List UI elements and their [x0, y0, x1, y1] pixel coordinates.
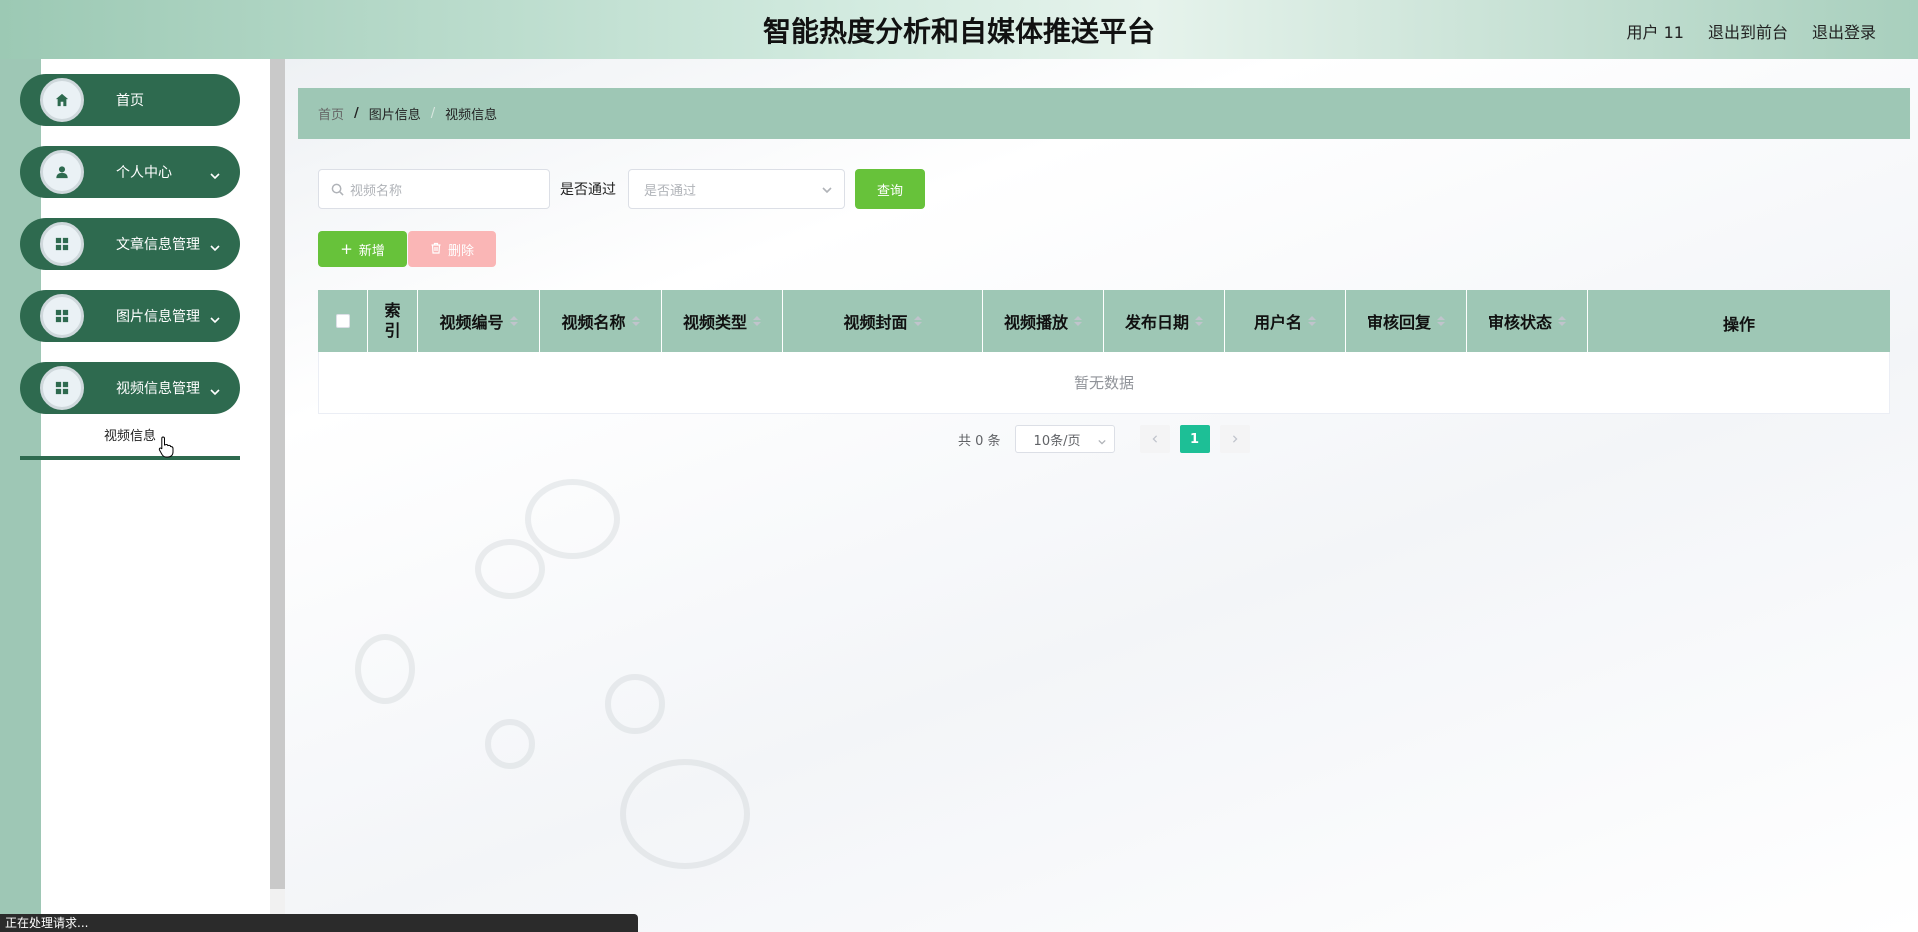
- column-label: 审核状态: [1487, 313, 1552, 332]
- trash-icon: [430, 240, 442, 258]
- column-header-video-play[interactable]: 视频播放: [983, 290, 1104, 352]
- browser-status-bar: 正在处理请求...: [0, 914, 638, 932]
- select-placeholder: 是否通过: [644, 183, 697, 199]
- current-user: 用户 11: [1626, 23, 1684, 42]
- sort-icon[interactable]: [913, 316, 922, 326]
- sort-icon[interactable]: [509, 316, 518, 326]
- page-size-value: 10条/页: [1033, 433, 1081, 449]
- column-header-review-reply[interactable]: 审核回复: [1346, 290, 1467, 352]
- top-header: 智能热度分析和自媒体推送平台 用户 11 退出到前台 退出登录: [0, 0, 1918, 59]
- column-label: 发布日期: [1124, 313, 1189, 332]
- hand-cursor-icon: [158, 436, 174, 458]
- sidebar-item-article-management[interactable]: 文章信息管理: [20, 218, 240, 270]
- column-label: 视频封面: [843, 313, 908, 332]
- back-to-front-link[interactable]: 退出到前台: [1708, 19, 1788, 43]
- pagination-total: 共 0 条: [958, 433, 1001, 449]
- column-label: 视频编号: [439, 313, 504, 332]
- delete-button[interactable]: 删除: [408, 231, 496, 267]
- breadcrumb-home[interactable]: 首页: [318, 104, 344, 123]
- sort-icon[interactable]: [753, 316, 761, 326]
- chevron-down-icon: [1097, 435, 1106, 450]
- chevron-down-icon: [210, 238, 220, 252]
- approval-filter-label: 是否通过: [560, 182, 616, 198]
- chevron-down-icon: [210, 166, 220, 180]
- home-icon: [40, 78, 84, 122]
- prev-page-button[interactable]: [1139, 425, 1170, 453]
- sort-icon[interactable]: [1195, 316, 1203, 326]
- grid-icon: [40, 366, 84, 410]
- background-decoration: [620, 759, 750, 869]
- sort-icon[interactable]: [1437, 316, 1445, 326]
- column-header-index: 索引: [368, 290, 418, 352]
- column-label: 视频类型: [682, 313, 747, 332]
- chevron-down-icon: [210, 382, 220, 396]
- approval-filter-select[interactable]: 是否通过: [628, 169, 845, 209]
- delete-button-label: 删除: [447, 243, 474, 259]
- next-page-button[interactable]: [1219, 425, 1250, 453]
- chevron-down-icon: [822, 184, 832, 199]
- sort-icon[interactable]: [631, 316, 640, 326]
- sidebar-item-label: 视频信息管理: [116, 381, 200, 397]
- breadcrumb: 首页 / 图片信息 / 视频信息: [298, 88, 1910, 139]
- breadcrumb-separator: /: [430, 106, 436, 121]
- background-decoration: [475, 539, 545, 599]
- breadcrumb-current: 视频信息: [445, 108, 498, 123]
- page-size-select[interactable]: 10条/页: [1014, 425, 1115, 453]
- table-empty-row: 暂无数据: [318, 352, 1890, 414]
- breadcrumb-separator: /: [354, 106, 359, 121]
- select-all-checkbox[interactable]: [335, 314, 350, 328]
- column-label: 视频播放: [1003, 313, 1068, 332]
- search-icon: [331, 183, 344, 196]
- background-decoration: [355, 634, 415, 704]
- chevron-right-icon: [1232, 435, 1238, 443]
- column-label: 用户名: [1253, 313, 1302, 332]
- column-header-video-name[interactable]: 视频名称: [540, 290, 662, 352]
- sidebar-item-personal-center[interactable]: 个人中心: [20, 146, 240, 198]
- sort-icon[interactable]: [1074, 316, 1082, 326]
- query-button[interactable]: 查询: [855, 169, 925, 209]
- page-number-button[interactable]: 1: [1179, 425, 1210, 453]
- sidebar-scrollbar[interactable]: [270, 59, 285, 889]
- add-button[interactable]: + 新增: [318, 231, 407, 267]
- grid-icon: [40, 222, 84, 266]
- column-header-video-type[interactable]: 视频类型: [662, 290, 783, 352]
- column-header-video-cover[interactable]: 视频封面: [783, 290, 983, 352]
- column-header-publish-date[interactable]: 发布日期: [1104, 290, 1225, 352]
- plus-icon: +: [340, 240, 353, 258]
- column-label: 视频名称: [561, 313, 626, 332]
- background-decoration: [605, 674, 665, 734]
- header-actions: 用户 11 退出到前台 退出登录: [1627, 19, 1876, 43]
- background-decoration: [525, 479, 620, 559]
- column-header-username[interactable]: 用户名: [1225, 290, 1346, 352]
- table-header: 索引 视频编号 视频名称 视频类型 视频封面 视频播放 发布日期 用户名 审核回…: [318, 290, 1890, 352]
- sort-icon[interactable]: [1308, 316, 1316, 326]
- sidebar-item-home[interactable]: 首页: [20, 74, 240, 126]
- chevron-down-icon: [210, 310, 220, 324]
- video-name-search-input[interactable]: 视频名称: [318, 169, 550, 209]
- column-header-video-id[interactable]: 视频编号: [418, 290, 540, 352]
- sidebar-item-label: 文章信息管理: [116, 237, 200, 253]
- sidebar-item-video-management[interactable]: 视频信息管理: [20, 362, 240, 414]
- column-header-review-status[interactable]: 审核状态: [1467, 290, 1588, 352]
- sidebar-item-label: 个人中心: [116, 165, 172, 181]
- logout-link[interactable]: 退出登录: [1812, 19, 1876, 43]
- user-icon: [40, 150, 84, 194]
- grid-icon: [40, 294, 84, 338]
- background-decoration: [485, 719, 535, 769]
- sidebar-item-label: 首页: [116, 93, 144, 109]
- chevron-left-icon: [1152, 435, 1157, 443]
- search-placeholder: 视频名称: [350, 183, 403, 199]
- sort-icon[interactable]: [1558, 316, 1566, 326]
- pagination: 共 0 条 10条/页 1: [958, 425, 1255, 453]
- breadcrumb-middle[interactable]: 图片信息: [369, 104, 421, 123]
- sidebar-subitem-video-info[interactable]: 视频信息: [20, 420, 240, 460]
- select-all-cell: [318, 290, 368, 352]
- column-header-actions: 操作: [1722, 315, 1755, 334]
- column-label: 审核回复: [1366, 313, 1431, 332]
- sidebar-item-image-management[interactable]: 图片信息管理: [20, 290, 240, 342]
- sidebar-item-label: 图片信息管理: [116, 309, 200, 325]
- video-table: 索引 视频编号 视频名称 视频类型 视频封面 视频播放 发布日期 用户名 审核回…: [318, 290, 1890, 414]
- add-button-label: 新增: [358, 243, 385, 259]
